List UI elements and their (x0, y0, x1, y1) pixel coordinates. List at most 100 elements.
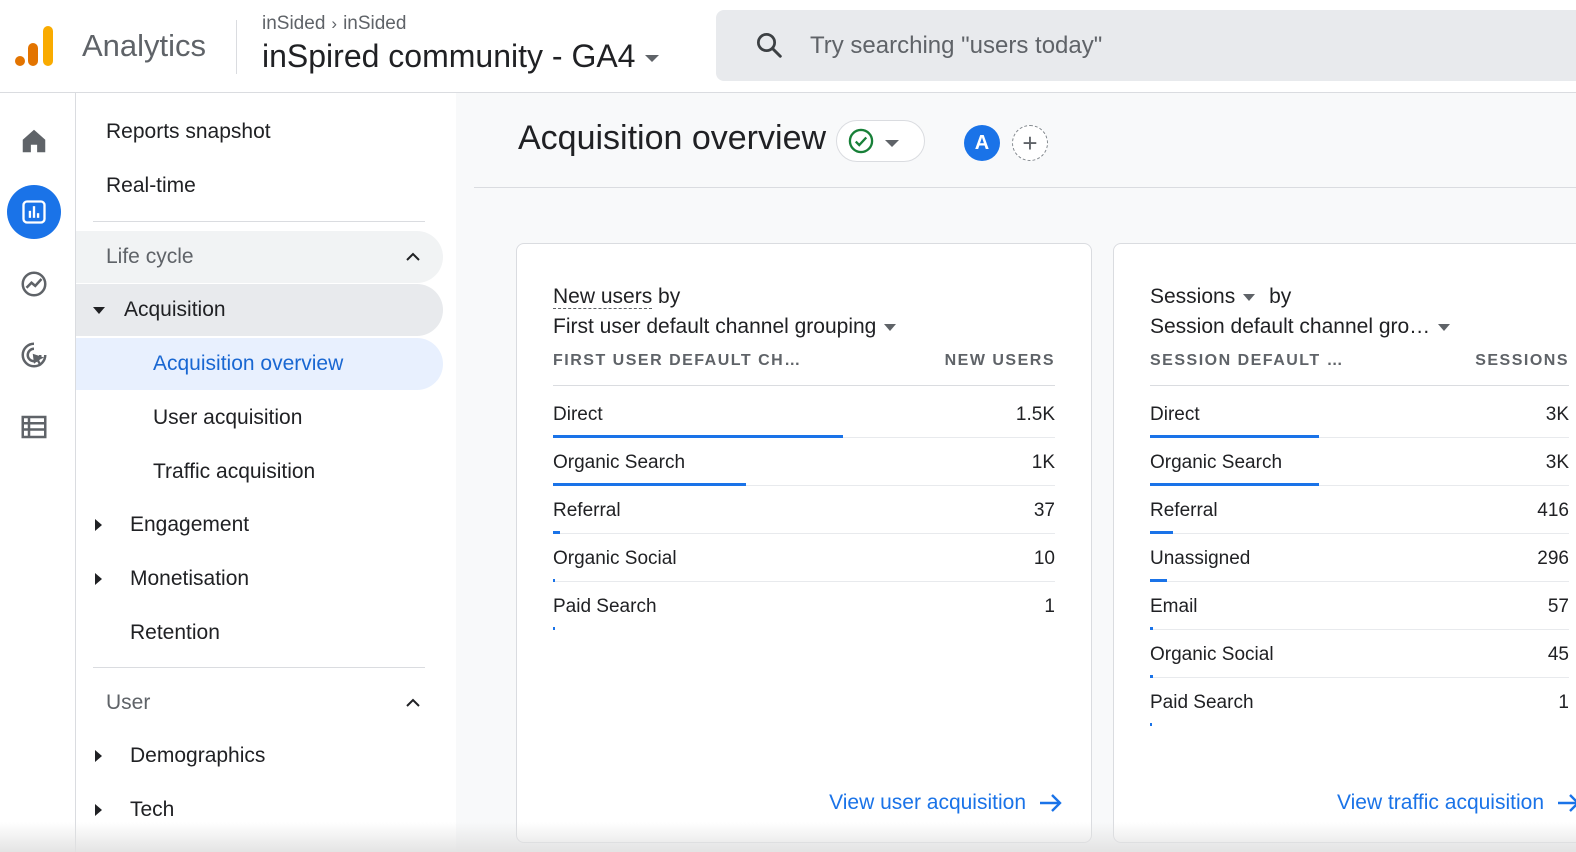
channel-label: Email (1150, 596, 1198, 617)
channel-value: 10 (1033, 548, 1055, 569)
chevron-right-icon: › (331, 14, 338, 33)
home-icon (22, 129, 46, 153)
channel-label: Organic Search (553, 452, 686, 473)
table-row[interactable]: Direct 3K (1150, 390, 1569, 438)
rail-configure-button[interactable] (7, 400, 61, 454)
explore-icon (21, 271, 47, 297)
column-header-metric: NEW USERS (944, 352, 1055, 369)
nav-engagement[interactable]: Engagement (95, 499, 249, 551)
arrow-right-icon (1558, 794, 1576, 812)
channel-value: 57 (1547, 596, 1569, 617)
search-bar[interactable] (716, 10, 1576, 81)
nav-tech[interactable]: Tech (95, 784, 174, 836)
channel-label: Referral (553, 500, 621, 521)
table-row[interactable]: Email 57 (1150, 582, 1569, 630)
table-row[interactable]: Referral 416 (1150, 486, 1569, 534)
nav-reports-snapshot[interactable]: Reports snapshot (106, 106, 271, 158)
header-divider (236, 20, 237, 74)
card-title: New users by First user default channel … (553, 282, 897, 342)
nav-acquisition-overview[interactable]: Acquisition overview (76, 338, 443, 390)
table-row[interactable]: Direct 1.5K (553, 390, 1055, 438)
analytics-logo-icon[interactable] (14, 25, 56, 67)
channel-value: 3K (1545, 452, 1569, 473)
rail-advertising-button[interactable] (7, 328, 61, 382)
icon-rail (0, 93, 76, 852)
nav-acquisition[interactable]: Acquisition (76, 284, 443, 336)
column-header-metric: SESSIONS (1475, 352, 1569, 369)
main-content: Acquisition overview A + New users by Fi… (456, 93, 1576, 852)
dimension-selector[interactable]: First user default channel grouping (553, 312, 897, 342)
table-row[interactable]: Organic Social 45 (1150, 630, 1569, 678)
breadcrumb-property[interactable]: inSided (343, 13, 406, 35)
channel-label: Referral (1150, 500, 1218, 521)
nav-retention[interactable]: Retention (130, 607, 220, 659)
channel-value: 3K (1545, 404, 1569, 425)
table-row[interactable]: Unassigned 296 (1150, 534, 1569, 582)
top-app-bar: Analytics inSided › inSided inSpired com… (0, 0, 1576, 93)
new-users-card: New users by First user default channel … (516, 243, 1092, 843)
section-label-life-cycle: Life cycle (106, 245, 194, 268)
comparison-avatar[interactable]: A (964, 125, 1000, 161)
check-circle-icon (848, 128, 874, 154)
caret-right-icon (95, 804, 102, 816)
table-row[interactable]: Referral 37 (553, 486, 1055, 534)
value-bar (553, 627, 555, 630)
dropdown-caret-icon (884, 323, 897, 331)
channel-label: Organic Search (1150, 452, 1283, 473)
metric-selector[interactable]: New users (553, 285, 653, 309)
view-user-acquisition-link[interactable]: View user acquisition (829, 791, 1064, 815)
nav-real-time[interactable]: Real-time (106, 160, 196, 212)
property-selector[interactable]: inSpired community - GA4 (262, 38, 660, 75)
dimension-selector[interactable]: Session default channel gro… (1150, 312, 1451, 342)
search-input[interactable] (810, 24, 1510, 68)
nav-demographics[interactable]: Demographics (95, 730, 265, 782)
breadcrumb-account[interactable]: inSided (262, 13, 325, 35)
nav-section-life-cycle[interactable]: Life cycle (76, 231, 443, 283)
rail-explore-button[interactable] (7, 257, 61, 311)
table-row[interactable]: Organic Search 1K (553, 438, 1055, 486)
rail-home-button[interactable] (7, 114, 61, 168)
dropdown-caret-icon (1243, 293, 1256, 301)
channel-value: 416 (1537, 500, 1569, 521)
channel-label: Paid Search (1150, 692, 1254, 713)
nav-traffic-acquisition[interactable]: Traffic acquisition (153, 446, 315, 498)
view-traffic-acquisition-link[interactable]: View traffic acquisition (1337, 791, 1576, 815)
channel-value: 1 (1558, 692, 1569, 713)
table-row[interactable]: Paid Search 1 (1150, 678, 1569, 726)
dropdown-caret-icon (885, 139, 899, 147)
title-by: by (658, 285, 681, 308)
channel-label: Organic Social (553, 548, 677, 569)
column-header-dimension: SESSION DEFAULT … (1150, 352, 1345, 369)
section-label-user: User (106, 691, 151, 714)
rail-reports-button[interactable] (7, 185, 61, 239)
reports-sidenav: Reports snapshot Real-time Life cycle Ac… (76, 93, 456, 852)
caret-right-icon (95, 519, 102, 531)
card-title: Sessions by Session default channel gro… (1150, 282, 1451, 342)
channel-label: Direct (1150, 404, 1200, 425)
channel-label: Unassigned (1150, 548, 1251, 569)
chevron-up-icon (406, 252, 420, 261)
table-row[interactable]: Paid Search 1 (553, 582, 1055, 630)
caret-right-icon (95, 750, 102, 762)
table-row[interactable]: Organic Search 3K (1150, 438, 1569, 486)
nav-user-acquisition[interactable]: User acquisition (153, 392, 302, 444)
channel-label: Direct (553, 404, 603, 425)
add-comparison-button[interactable]: + (1012, 125, 1048, 161)
configure-icon (21, 415, 47, 439)
table-divider (553, 385, 1055, 386)
caret-right-icon (95, 573, 102, 585)
metric-selector[interactable]: Sessions (1150, 285, 1256, 308)
channel-value: 37 (1033, 500, 1055, 521)
nav-section-user[interactable]: User (76, 677, 443, 729)
property-name: inSpired community - GA4 (262, 38, 636, 74)
channel-label: Organic Social (1150, 644, 1274, 665)
report-status-button[interactable] (836, 120, 925, 162)
app-name: Analytics (82, 28, 207, 63)
breadcrumb[interactable]: inSided › inSided (262, 13, 406, 35)
sessions-card: Sessions by Session default channel gro…… (1113, 243, 1576, 843)
reports-icon (22, 200, 46, 224)
nav-monetisation[interactable]: Monetisation (95, 553, 249, 605)
table-row[interactable]: Organic Social 10 (553, 534, 1055, 582)
page-title: Acquisition overview (518, 119, 827, 157)
advertising-icon (21, 342, 47, 368)
